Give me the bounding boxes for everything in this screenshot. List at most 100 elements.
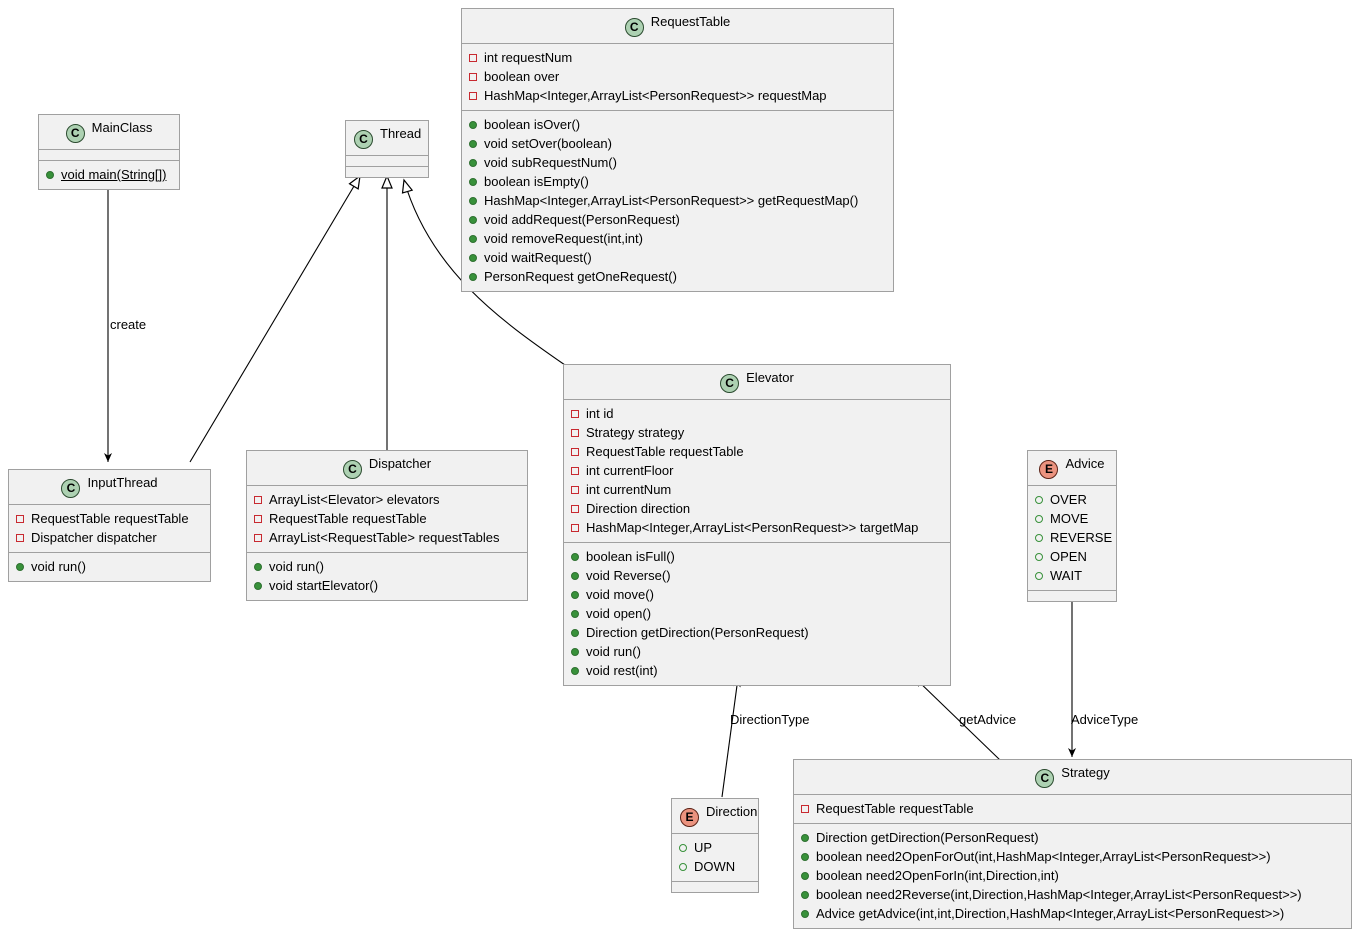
class-box-mainclass[interactable]: C MainClass void main(String[]) <box>38 114 180 190</box>
class-badge-icon: C <box>65 124 85 143</box>
enum-constant-label: OVER <box>1050 492 1087 507</box>
method-row: void open() <box>570 604 944 623</box>
field-label: RequestTable requestTable <box>269 511 427 526</box>
edge-label-create: create <box>110 317 147 332</box>
method-row: PersonRequest getOneRequest() <box>468 267 887 286</box>
field-row: RequestTable requestTable <box>253 509 521 528</box>
public-method-icon <box>801 871 809 880</box>
private-field-icon <box>254 533 262 542</box>
private-field-icon <box>571 466 579 475</box>
field-label: int currentNum <box>586 482 672 497</box>
field-row: RequestTable requestTable <box>570 442 944 461</box>
method-row: boolean isOver() <box>468 115 887 134</box>
field-label: int requestNum <box>484 50 573 65</box>
uml-diagram-canvas: create DirectionType getAdvice AdviceTyp… <box>0 0 1356 929</box>
method-label: void rest(int) <box>586 663 658 678</box>
class-badge-icon: C <box>624 18 644 37</box>
fields-compartment-dispatcher: ArrayList<Elevator> elevators RequestTab… <box>247 485 527 552</box>
public-method-icon <box>801 833 809 842</box>
field-row: int currentNum <box>570 480 944 499</box>
field-label: Strategy strategy <box>586 425 685 440</box>
enum-constant-label: OPEN <box>1050 549 1087 564</box>
enum-badge-icon: E <box>680 808 699 827</box>
private-field-icon <box>801 804 809 813</box>
field-row: ArrayList<RequestTable> requestTables <box>253 528 521 547</box>
method-label: void main(String[]) <box>61 167 167 182</box>
field-row: int currentFloor <box>570 461 944 480</box>
enum-constant-row: MOVE <box>1034 509 1110 528</box>
class-header-strategy: C Strategy <box>794 760 1351 794</box>
private-field-icon <box>571 428 579 437</box>
method-label: void startElevator() <box>269 578 379 593</box>
field-row: Direction direction <box>570 499 944 518</box>
method-row: void setOver(boolean) <box>468 134 887 153</box>
methods-compartment-direction <box>672 881 758 892</box>
field-row: RequestTable requestTable <box>15 509 204 528</box>
class-header-dispatcher: C Dispatcher <box>247 451 527 485</box>
methods-compartment-advice <box>1028 590 1116 601</box>
fields-compartment-mainclass <box>39 149 179 160</box>
private-field-icon <box>469 91 477 100</box>
class-box-dispatcher[interactable]: C Dispatcher ArrayList<Elevator> elevator… <box>246 450 528 601</box>
enum-constant-label: REVERSE <box>1050 530 1113 545</box>
class-box-thread[interactable]: C Thread <box>345 120 429 178</box>
class-box-requesttable[interactable]: C RequestTable int requestNum boolean ove… <box>461 8 894 292</box>
public-method-icon <box>571 647 579 656</box>
field-label: ArrayList<Elevator> elevators <box>269 492 440 507</box>
field-label: RequestTable requestTable <box>31 511 189 526</box>
method-label: boolean isOver() <box>484 117 581 132</box>
enum-constant-row: REVERSE <box>1034 528 1113 547</box>
public-method-icon <box>469 196 477 205</box>
method-label: boolean isEmpty() <box>484 174 589 189</box>
fields-compartment-thread <box>346 155 428 166</box>
method-label: PersonRequest getOneRequest() <box>484 269 677 284</box>
public-method-icon <box>469 158 477 167</box>
public-method-icon <box>254 562 262 571</box>
field-label: HashMap<Integer,ArrayList<PersonRequest>… <box>484 88 827 103</box>
fields-compartment-inputthread: RequestTable requestTable Dispatcher dis… <box>9 504 210 552</box>
private-field-icon <box>571 523 579 532</box>
private-field-icon <box>254 514 262 523</box>
enum-box-direction[interactable]: E Direction UP DOWN <box>671 798 759 893</box>
method-label: void removeRequest(int,int) <box>484 231 643 246</box>
edge-inherit-inputthread <box>189 174 361 463</box>
private-field-icon <box>254 495 262 504</box>
method-row: Advice getAdvice(int,int,Direction,HashM… <box>800 904 1345 923</box>
class-box-strategy[interactable]: C Strategy RequestTable requestTable Dire… <box>793 759 1352 929</box>
field-label: boolean over <box>484 69 560 84</box>
enum-title: Advice <box>1065 456 1105 471</box>
enum-header-direction: E Direction <box>672 799 758 833</box>
public-method-icon <box>801 852 809 861</box>
field-label: Direction direction <box>586 501 691 516</box>
method-label: void run() <box>586 644 641 659</box>
enum-constant-icon <box>1035 571 1043 580</box>
edge-direction-type <box>721 677 741 798</box>
enum-badge-icon: E <box>1039 460 1059 479</box>
method-row: Direction getDirection(PersonRequest) <box>570 623 944 642</box>
method-label: void run() <box>31 559 86 574</box>
enum-constant-icon <box>679 862 687 871</box>
private-field-icon <box>469 72 477 81</box>
private-field-icon <box>469 53 477 62</box>
field-label: RequestTable requestTable <box>816 801 974 816</box>
public-method-icon <box>571 666 579 675</box>
class-title: Dispatcher <box>368 456 432 471</box>
class-header-inputthread: C InputThread <box>9 470 210 504</box>
method-row: void Reverse() <box>570 566 944 585</box>
class-title: Strategy <box>1061 765 1110 780</box>
class-box-inputthread[interactable]: C InputThread RequestTable requestTable D… <box>8 469 211 582</box>
edge-label-advice-type: AdviceType <box>1071 712 1139 727</box>
enum-constant-row: OPEN <box>1034 547 1110 566</box>
field-label: RequestTable requestTable <box>586 444 744 459</box>
enum-title: Direction <box>706 804 758 819</box>
method-label: void subRequestNum() <box>484 155 617 170</box>
class-box-elevator[interactable]: C Elevator int id Strategy strategy Reque… <box>563 364 951 686</box>
enum-constant-label: MOVE <box>1050 511 1089 526</box>
method-label: boolean isFull() <box>586 549 675 564</box>
enum-constant-icon <box>1035 495 1043 504</box>
method-label: Advice getAdvice(int,int,Direction,HashM… <box>816 906 1285 921</box>
edge-label-get-advice: getAdvice <box>959 712 1017 727</box>
enum-box-advice[interactable]: E Advice OVER MOVE REVERSE OPEN WAIT <box>1027 450 1117 602</box>
method-row: void main(String[]) <box>45 165 173 184</box>
field-row: HashMap<Integer,ArrayList<PersonRequest>… <box>468 86 887 105</box>
